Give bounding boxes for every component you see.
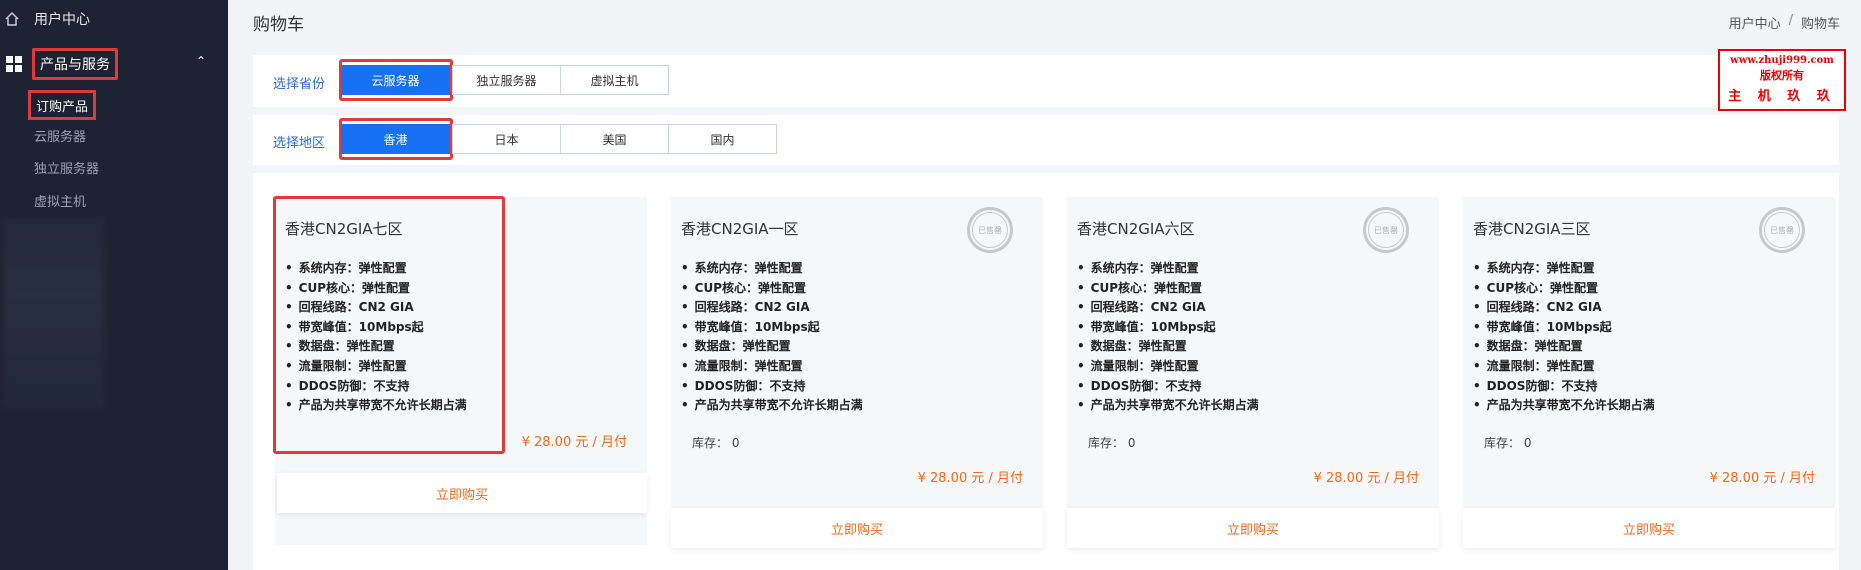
region-filter-label: 选择地区 [273,136,326,151]
product-specs: 系统内存：弹性配置 CUP核心：弹性配置 回程线路：CN2 GIA 带宽峰值：1… [681,259,863,416]
selected-highlight: 云服务器 [339,59,453,101]
sidebar-item-user-center[interactable]: 用户中心 [4,8,90,30]
buy-now-button[interactable]: 立即购买 [1067,508,1439,548]
region-filter-panel: 选择地区 香港 日本 美国 国内 [253,115,1839,165]
watermark: www.zhuji999.com 版权所有 主 机 玖 玖 [1718,49,1846,111]
spec-item: 流量限制：弹性配置 [1473,357,1655,377]
breadcrumb-separator: / [1788,13,1793,28]
spec-item: 流量限制：弹性配置 [1077,357,1259,377]
spec-item: 产品为共享带宽不允许长期占满 [1077,396,1259,416]
spec-item: DDOS防御：不支持 [1473,377,1655,397]
product-stock: 库存： 0 [1088,436,1136,450]
spec-item: 带宽峰值：10Mbps起 [1473,318,1655,338]
spec-item: CUP核心：弹性配置 [1077,279,1259,299]
province-options: 云服务器 独立服务器 虚拟主机 [339,59,669,101]
product-price: ¥ 28.00 元 / 月付 [521,435,627,450]
breadcrumb: 用户中心 / 购物车 [1729,13,1840,32]
product-price: ¥ 28.00 元 / 月付 [1709,471,1815,486]
region-option-usa[interactable]: 美国 [560,124,669,154]
sidebar: 用户中心 产品与服务 ⌃ 订购产品 云服务器 独立服务器 虚拟主机 [0,0,228,570]
sold-out-stamp-icon: 已售罄 [967,207,1013,253]
spec-item: 流量限制：弹性配置 [681,357,863,377]
product-specs: 系统内存：弹性配置 CUP核心：弹性配置 回程线路：CN2 GIA 带宽峰值：1… [1473,259,1655,416]
product-name: 香港CN2GIA三区 [1473,220,1591,238]
spec-item: 系统内存：弹性配置 [681,259,863,279]
spec-item: 数据盘：弹性配置 [1473,337,1655,357]
product-price: ¥ 28.00 元 / 月付 [917,471,1023,486]
product-card: 香港CN2GIA六区 已售罄 系统内存：弹性配置 CUP核心：弹性配置 回程线路… [1067,197,1439,548]
sidebar-subitem-label: 云服务器 [34,129,87,145]
product-name: 香港CN2GIA六区 [1077,220,1195,238]
watermark-copyright: 版权所有 [1760,69,1804,82]
spec-item: 系统内存：弹性配置 [1077,259,1259,279]
sidebar-subitem-virtual-host[interactable]: 虚拟主机 [34,190,86,210]
sold-out-stamp-icon: 已售罄 [1363,207,1409,253]
province-option-cloud-server[interactable]: 云服务器 [341,65,450,95]
chevron-up-icon: ⌃ [195,54,206,68]
sidebar-item-label: 产品与服务 [32,48,118,80]
spec-item: 产品为共享带宽不允许长期占满 [1473,396,1655,416]
spec-item: CUP核心：弹性配置 [1473,279,1655,299]
spec-item: 产品为共享带宽不允许长期占满 [681,396,863,416]
spec-item: 带宽峰值：10Mbps起 [1077,318,1259,338]
product-name: 香港CN2GIA一区 [681,220,799,238]
spec-item: CUP核心：弹性配置 [681,279,863,299]
spec-item: 回程线路：CN2 GIA [681,298,863,318]
breadcrumb-current: 购物车 [1800,17,1840,32]
province-filter-label: 选择省份 [273,77,326,92]
sidebar-subitem-cloud-server[interactable]: 云服务器 [34,125,86,145]
watermark-brand: 主 机 玖 玖 [1728,89,1836,104]
grid-icon [6,56,22,72]
spec-item: 数据盘：弹性配置 [681,337,863,357]
sidebar-item-products-services[interactable]: 产品与服务 ⌃ [6,48,220,80]
spec-item: 回程线路：CN2 GIA [1473,298,1655,318]
product-list: 香港CN2GIA七区 系统内存：弹性配置 CUP核心：弹性配置 回程线路：CN2… [253,173,1839,570]
spec-item: 回程线路：CN2 GIA [1077,298,1259,318]
breadcrumb-user-center[interactable]: 用户中心 [1729,13,1781,32]
blurred-region [4,218,104,408]
home-icon [5,12,19,26]
product-card: 香港CN2GIA一区 已售罄 系统内存：弹性配置 CUP核心：弹性配置 回程线路… [671,197,1043,548]
product-stock: 库存： 0 [1484,436,1532,450]
product-price: ¥ 28.00 元 / 月付 [1313,471,1419,486]
spec-item: 数据盘：弹性配置 [1077,337,1259,357]
sidebar-subitem-label: 虚拟主机 [34,194,87,210]
buy-now-button[interactable]: 立即购买 [671,508,1043,548]
sidebar-subitem-label: 独立服务器 [34,161,100,177]
sidebar-item-label: 用户中心 [34,12,90,28]
selected-highlight: 香港 [339,118,453,160]
spec-item: 带宽峰值：10Mbps起 [681,318,863,338]
region-option-domestic[interactable]: 国内 [668,124,777,154]
region-option-hongkong[interactable]: 香港 [341,124,450,154]
spec-item: DDOS防御：不支持 [681,377,863,397]
product-stock: 库存： 0 [692,436,740,450]
province-option-dedicated-server[interactable]: 独立服务器 [452,65,561,95]
product-specs: 系统内存：弹性配置 CUP核心：弹性配置 回程线路：CN2 GIA 带宽峰值：1… [1077,259,1259,416]
page-title: 购物车 [253,15,304,35]
buy-now-button[interactable]: 立即购买 [1463,508,1835,548]
spec-item: DDOS防御：不支持 [1077,377,1259,397]
selected-product-highlight [273,196,505,454]
region-options: 香港 日本 美国 国内 [339,118,777,160]
buy-now-button[interactable]: 立即购买 [277,473,647,513]
sidebar-subitem-order[interactable]: 订购产品 [28,90,97,120]
region-option-japan[interactable]: 日本 [452,124,561,154]
province-option-virtual-host[interactable]: 虚拟主机 [560,65,669,95]
sold-out-stamp-icon: 已售罄 [1759,207,1805,253]
province-filter-panel: 选择省份 云服务器 独立服务器 虚拟主机 [253,55,1839,107]
spec-item: 系统内存：弹性配置 [1473,259,1655,279]
product-card: 香港CN2GIA三区 已售罄 系统内存：弹性配置 CUP核心：弹性配置 回程线路… [1463,197,1835,548]
sidebar-subitem-label: 订购产品 [36,99,89,115]
watermark-url: www.zhuji999.com [1730,55,1834,66]
sidebar-subitem-dedicated-server[interactable]: 独立服务器 [34,157,99,177]
